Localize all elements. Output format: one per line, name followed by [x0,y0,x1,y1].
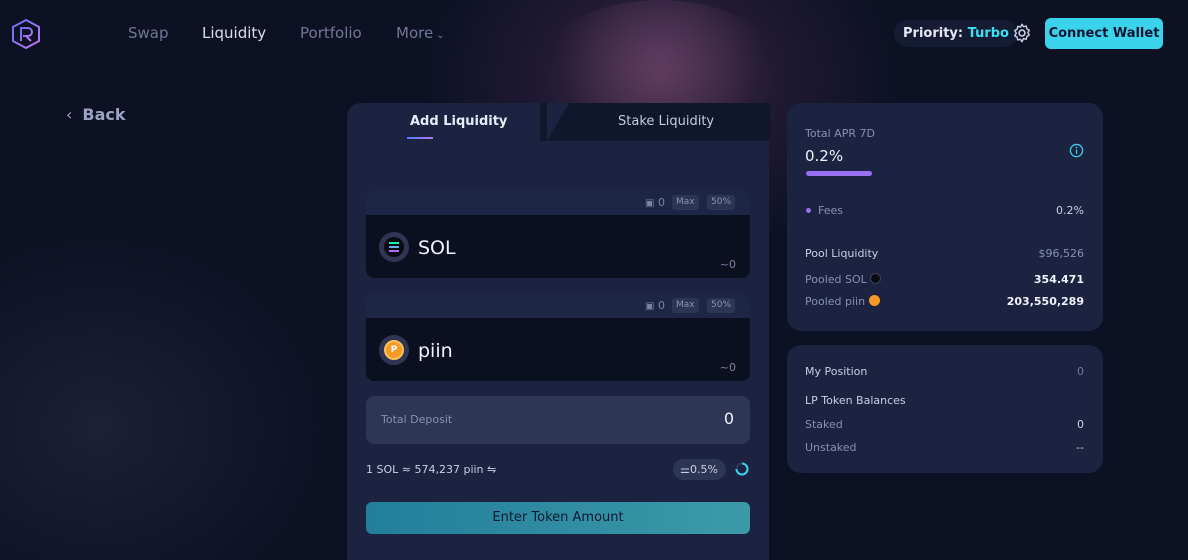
total-deposit-value: 0 [723,409,734,428]
exchange-rate[interactable]: 1 SOL ≈ 574,237 piin ⇋ [366,463,496,476]
pool-liquidity-value: $96,526 [1038,247,1085,260]
total-deposit-label: Total Deposit [381,413,453,426]
slippage-value: 0.5% [690,463,718,476]
nav-liquidity[interactable]: Liquidity [202,24,266,42]
priority-label: Priority: [903,26,964,41]
half-button[interactable]: 50% [707,298,736,313]
sol-token-icon [870,273,882,284]
connect-wallet-button[interactable]: Connect Wallet [1045,18,1163,49]
chevron-left-icon: ‹ [66,105,73,124]
chevron-down-icon: ⌄ [436,30,445,41]
max-button[interactable]: Max [672,298,699,313]
wallet-balance-value: 0 [657,196,665,209]
wallet-balance-value: 0 [657,299,665,312]
apr-label: Total APR 7D [805,127,875,140]
pooled-sol-value: 354.471 [1033,273,1084,286]
sol-token-icon [379,232,409,262]
total-deposit: Total Deposit 0 [366,396,750,444]
token-input-header: ▣ 0 Max 50% [366,190,750,215]
max-button[interactable]: Max [672,195,699,210]
token-input-sol[interactable]: ▣ 0 Max 50% SOL ~0 [366,190,750,278]
nav-more[interactable]: More ⌄ [396,24,445,42]
nav-portfolio[interactable]: Portfolio [300,24,362,42]
background-glow [0,230,330,560]
fees-dot [806,208,811,213]
my-position-value: 0 [1077,365,1084,378]
wallet-icon: ▣ [645,301,655,312]
tab-stake-liquidity[interactable]: Stake Liquidity [618,114,714,129]
apr-value: 0.2% [805,147,844,165]
tab-slant [547,103,569,141]
wallet-balance: ▣ 0 [645,196,665,209]
lp-balances-label: LP Token Balances [805,394,906,407]
priority-value: Turbo [967,26,1009,41]
info-icon[interactable] [1069,143,1084,158]
enter-token-amount-button[interactable]: Enter Token Amount [366,502,750,534]
pooled-piin-value: 203,550,289 [1006,295,1084,308]
back-button[interactable]: ‹ Back [66,105,126,124]
nav-swap[interactable]: Swap [128,24,169,42]
pool-liquidity-label: Pool Liquidity [805,247,879,260]
gear-icon[interactable] [1011,22,1033,44]
pooled-piin-label: Pooled piin [805,295,880,308]
piin-token-icon [868,295,880,306]
back-label: Back [82,105,126,124]
tab-add-liquidity[interactable]: Add Liquidity [410,114,507,129]
slippage-button[interactable]: ⚌ 0.5% [673,459,726,480]
my-position-title: My Position [805,365,868,378]
half-button[interactable]: 50% [707,195,736,210]
wallet-icon: ▣ [645,198,655,209]
token-input-piin[interactable]: ▣ 0 Max 50% P piin ~0 [366,293,750,381]
top-nav: Swap Liquidity Portfolio More ⌄ Priority:… [0,0,1188,66]
token-input-header: ▣ 0 Max 50% [366,293,750,318]
token-select-sol[interactable]: SOL [418,237,456,259]
usd-approx: ~0 [719,361,736,374]
token-select-piin[interactable]: piin [418,340,453,362]
tab-active-indicator [407,137,433,139]
wallet-balance: ▣ 0 [645,299,665,312]
apr-bar [806,171,872,176]
usd-approx: ~0 [719,258,736,271]
pooled-sol-label-text: Pooled SOL [805,273,867,286]
fees-value: 0.2% [1056,204,1084,217]
raydium-logo-icon[interactable] [12,19,40,49]
refresh-timer-icon[interactable] [735,462,749,476]
priority-button[interactable]: Priority: Turbo [894,20,1018,47]
staked-value: 0 [1077,418,1084,431]
sliders-icon: ⚌ [680,463,690,476]
pooled-sol-label: Pooled SOL [805,273,882,286]
unstaked-label: Unstaked [805,441,857,454]
fees-label: Fees [818,204,843,217]
nav-more-label: More [396,24,434,42]
pooled-piin-label-text: Pooled piin [805,295,866,308]
piin-token-icon: P [379,335,409,365]
unstaked-value: -- [1076,441,1084,454]
staked-label: Staked [805,418,843,431]
